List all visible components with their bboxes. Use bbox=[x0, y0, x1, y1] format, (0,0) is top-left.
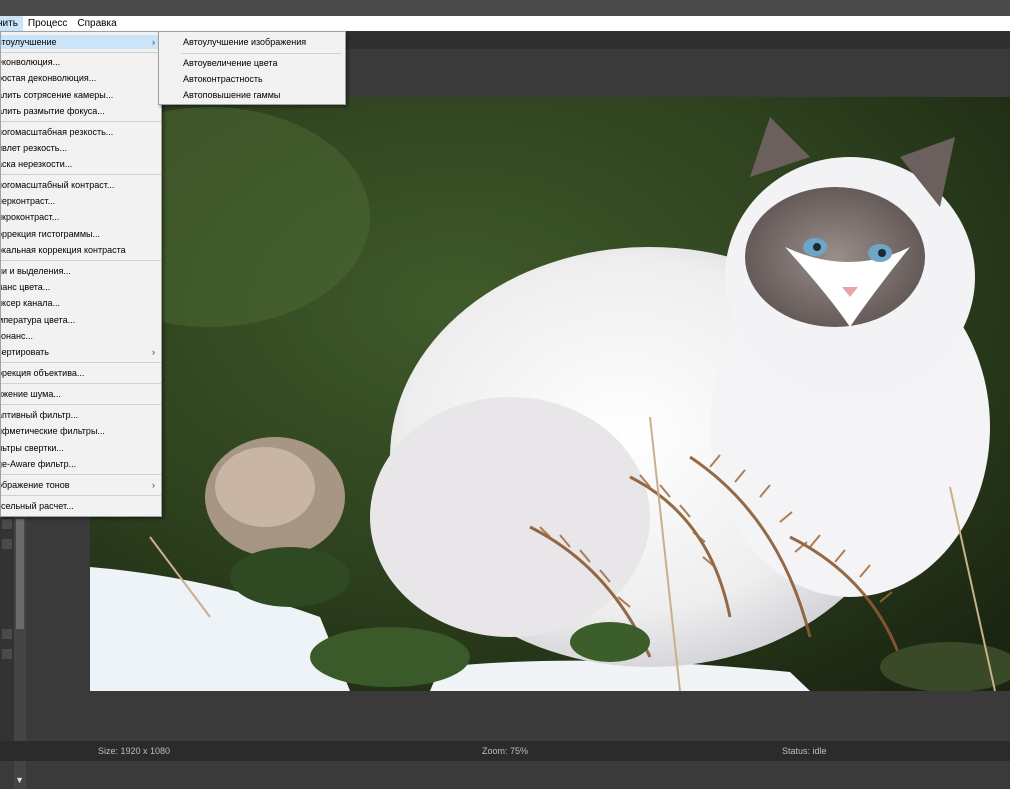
menu-separator bbox=[1, 362, 161, 363]
menu-item-label: вертировать bbox=[0, 347, 49, 357]
menu-item-label: аска нерезкости... bbox=[0, 159, 73, 169]
menu-item-label: втоулучшение bbox=[0, 37, 57, 47]
menu-item-label: оррекция гистограммы... bbox=[0, 229, 100, 239]
filter-dropdown-menu: втоулучшение › еконволюция... ростая дек… bbox=[0, 31, 162, 517]
menu-item-label: мпература цвета... bbox=[0, 315, 76, 325]
menu-item-label: ррекция объектива... bbox=[0, 368, 85, 378]
menu-item-unsharp-mask[interactable]: аска нерезкости... bbox=[1, 157, 161, 171]
menu-item-local-contrast[interactable]: окальная коррекция контраста bbox=[1, 243, 161, 257]
menu-item-resonance[interactable]: зонанс... bbox=[1, 329, 161, 343]
menu-item-tone-mapping[interactable]: ображение тонов › bbox=[1, 478, 161, 492]
submenu-item-auto-gamma[interactable]: Автоповышение гаммы bbox=[183, 88, 280, 102]
menu-help[interactable]: Справка bbox=[72, 16, 121, 31]
menu-item-noise-reduction[interactable]: ижение шума... bbox=[1, 387, 161, 401]
menu-item-auto-enhance[interactable]: втоулучшение › bbox=[1, 35, 161, 49]
menu-item-label: иксер канала... bbox=[0, 298, 60, 308]
menu-separator bbox=[1, 52, 161, 53]
menu-item-color-balance[interactable]: ланс цвета... bbox=[1, 280, 161, 294]
menu-item-microcontrast[interactable]: икроконтраст... bbox=[1, 210, 161, 224]
menu-item-channel-mixer[interactable]: иксер канала... bbox=[1, 296, 161, 310]
menu-item-label: аптивный фильтр... bbox=[0, 410, 79, 420]
menu-item-label: льтры свертки... bbox=[0, 443, 64, 453]
menu-item-wavelet-sharpness[interactable]: йвлет резкость... bbox=[1, 141, 161, 155]
menu-separator bbox=[1, 121, 161, 122]
menu-separator bbox=[181, 53, 341, 54]
menu-item-color-temperature[interactable]: мпература цвета... bbox=[1, 313, 161, 327]
menu-separator bbox=[1, 404, 161, 405]
panel-control[interactable] bbox=[2, 519, 12, 529]
menu-item-shadows-highlights[interactable]: ни и выделения... bbox=[1, 264, 161, 278]
submenu-item-auto-enhance-image[interactable]: Автоулучшение изображения bbox=[183, 35, 306, 49]
menu-item-multiscale-contrast[interactable]: ногомасштабный контраст... bbox=[1, 178, 161, 192]
menu-item-arithmetic-filters[interactable]: ифметические фильтры... bbox=[1, 424, 161, 438]
menu-item-label: ни и выделения... bbox=[0, 266, 71, 276]
menu-item-simple-deconvolution[interactable]: ростая деконволюция... bbox=[1, 71, 161, 85]
menu-item-label: перконтраст... bbox=[0, 196, 56, 206]
menu-separator bbox=[1, 260, 161, 261]
menu-item-pixel-calculation[interactable]: ксельный расчет... bbox=[1, 499, 161, 513]
menu-filter[interactable]: нить bbox=[0, 16, 23, 31]
menu-item-adaptive-filter[interactable]: аптивный фильтр... bbox=[1, 408, 161, 422]
chevron-down-icon[interactable]: ▼ bbox=[15, 775, 24, 785]
menu-item-label: ge-Aware фильтр... bbox=[0, 459, 77, 469]
menu-item-label: ижение шума... bbox=[0, 389, 61, 399]
menu-item-label: окальная коррекция контраста bbox=[0, 245, 126, 255]
menu-item-histogram-correction[interactable]: оррекция гистограммы... bbox=[1, 227, 161, 241]
chevron-right-icon: › bbox=[152, 480, 155, 490]
menu-separator bbox=[1, 174, 161, 175]
menu-bar: нить Процесс Справка bbox=[0, 16, 1010, 31]
menu-item-supercontrast[interactable]: перконтраст... bbox=[1, 194, 161, 208]
menu-item-multiscale-sharpness[interactable]: ногомасштабная резкость... bbox=[1, 125, 161, 139]
status-image-size: Size: 1920 x 1080 bbox=[98, 746, 171, 756]
menu-separator bbox=[1, 474, 161, 475]
menu-item-label: ростая деконволюция... bbox=[0, 73, 97, 83]
scrollbar-thumb[interactable] bbox=[16, 519, 24, 629]
submenu-item-auto-color[interactable]: Автоувеличение цвета bbox=[183, 56, 277, 70]
menu-item-label: икроконтраст... bbox=[0, 212, 60, 222]
menu-item-label: ногомасштабный контраст... bbox=[0, 180, 115, 190]
panel-control[interactable] bbox=[2, 539, 12, 549]
menu-item-label: ланс цвета... bbox=[0, 282, 51, 292]
menu-item-deconvolution[interactable]: еконволюция... bbox=[1, 55, 161, 69]
submenu-item-auto-contrast[interactable]: Автоконтрастность bbox=[183, 72, 263, 86]
menu-item-label: йвлет резкость... bbox=[0, 143, 67, 153]
panel-control[interactable] bbox=[2, 649, 12, 659]
menu-item-edge-aware-filter[interactable]: ge-Aware фильтр... bbox=[1, 457, 161, 471]
menu-item-label: ображение тонов bbox=[0, 480, 70, 490]
status-zoom: Zoom: 75% bbox=[482, 746, 529, 756]
menu-item-label: алить сотрясение камеры... bbox=[0, 90, 114, 100]
menu-item-convert[interactable]: вертировать › bbox=[1, 345, 161, 359]
menu-item-convolution-filters[interactable]: льтры свертки... bbox=[1, 441, 161, 455]
menu-item-label: еконволюция... bbox=[0, 57, 61, 67]
menu-separator bbox=[1, 495, 161, 496]
status-text: Status: idle bbox=[782, 746, 827, 756]
window-titlebar bbox=[0, 0, 1010, 16]
image-canvas[interactable] bbox=[90, 97, 1010, 691]
cat-photo bbox=[90, 97, 1010, 691]
menu-item-label: ксельный расчет... bbox=[0, 501, 74, 511]
chevron-right-icon: › bbox=[152, 37, 155, 47]
menu-separator bbox=[1, 383, 161, 384]
menu-item-label: ифметические фильтры... bbox=[0, 426, 105, 436]
menu-item-label: алить размытие фокуса... bbox=[0, 106, 105, 116]
status-bar: Size: 1920 x 1080 Zoom: 75% Status: idle bbox=[0, 741, 1010, 761]
menu-item-remove-camera-shake[interactable]: алить сотрясение камеры... bbox=[1, 88, 161, 102]
menu-item-label: ногомасштабная резкость... bbox=[0, 127, 114, 137]
menu-item-label: зонанс... bbox=[0, 331, 33, 341]
menu-item-lens-correction[interactable]: ррекция объектива... bbox=[1, 366, 161, 380]
menu-item-remove-focus-blur[interactable]: алить размытие фокуса... bbox=[1, 104, 161, 118]
auto-enhance-submenu: Автоулучшение изображения Автоувеличение… bbox=[158, 31, 346, 105]
chevron-right-icon: › bbox=[152, 347, 155, 357]
menu-process[interactable]: Процесс bbox=[23, 16, 73, 31]
panel-control[interactable] bbox=[2, 629, 12, 639]
